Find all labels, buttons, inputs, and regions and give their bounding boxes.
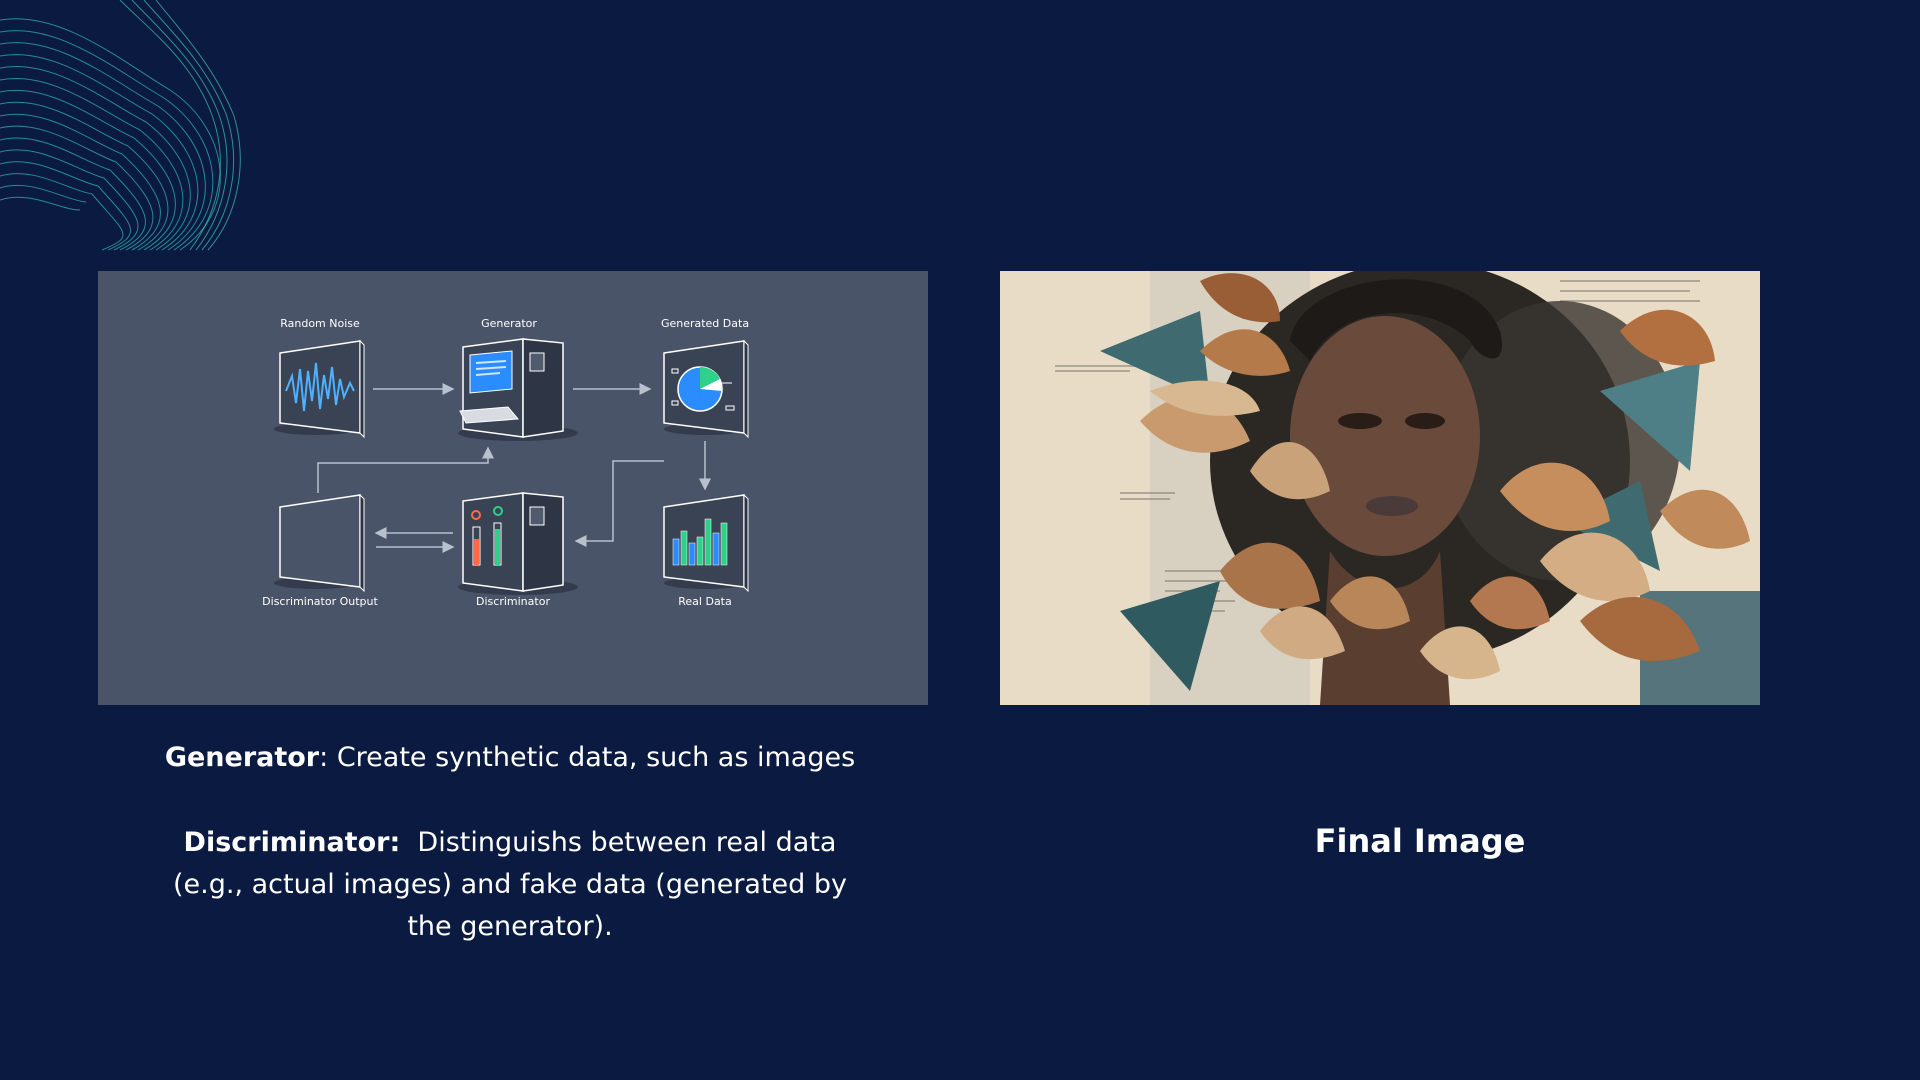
real-data-monitor-icon <box>663 493 749 593</box>
discriminator-output-monitor-icon <box>274 493 365 593</box>
label-generated-data: Generated Data <box>660 317 750 330</box>
decorative-wave-graphic <box>0 0 241 251</box>
generator-machine-icon <box>458 338 578 441</box>
generator-term: Generator <box>164 742 320 773</box>
gan-diagram <box>274 338 749 595</box>
random-noise-monitor-icon <box>274 339 365 439</box>
gan-diagram-panel: Random Noise Generator Generated Data Di… <box>98 271 928 705</box>
label-random-noise: Random Noise <box>280 317 360 330</box>
generator-description: : Create synthetic data, such as images <box>319 742 856 773</box>
discriminator-caption: Discriminator: Distinguishs between real… <box>150 822 870 948</box>
final-image-title: Final Image <box>1314 822 1526 860</box>
generated-data-monitor-icon <box>663 339 749 439</box>
discriminator-term: Discriminator: <box>183 827 401 858</box>
discriminator-machine-icon <box>458 492 578 595</box>
label-discriminator-output: Discriminator Output <box>262 595 378 608</box>
final-image <box>1000 271 1760 705</box>
label-real-data: Real Data <box>678 595 732 608</box>
label-discriminator: Discriminator <box>476 595 550 608</box>
collage-portrait-image <box>1000 271 1760 705</box>
label-generator: Generator <box>481 317 537 330</box>
generator-caption: Generator: Create synthetic data, such a… <box>150 737 870 779</box>
